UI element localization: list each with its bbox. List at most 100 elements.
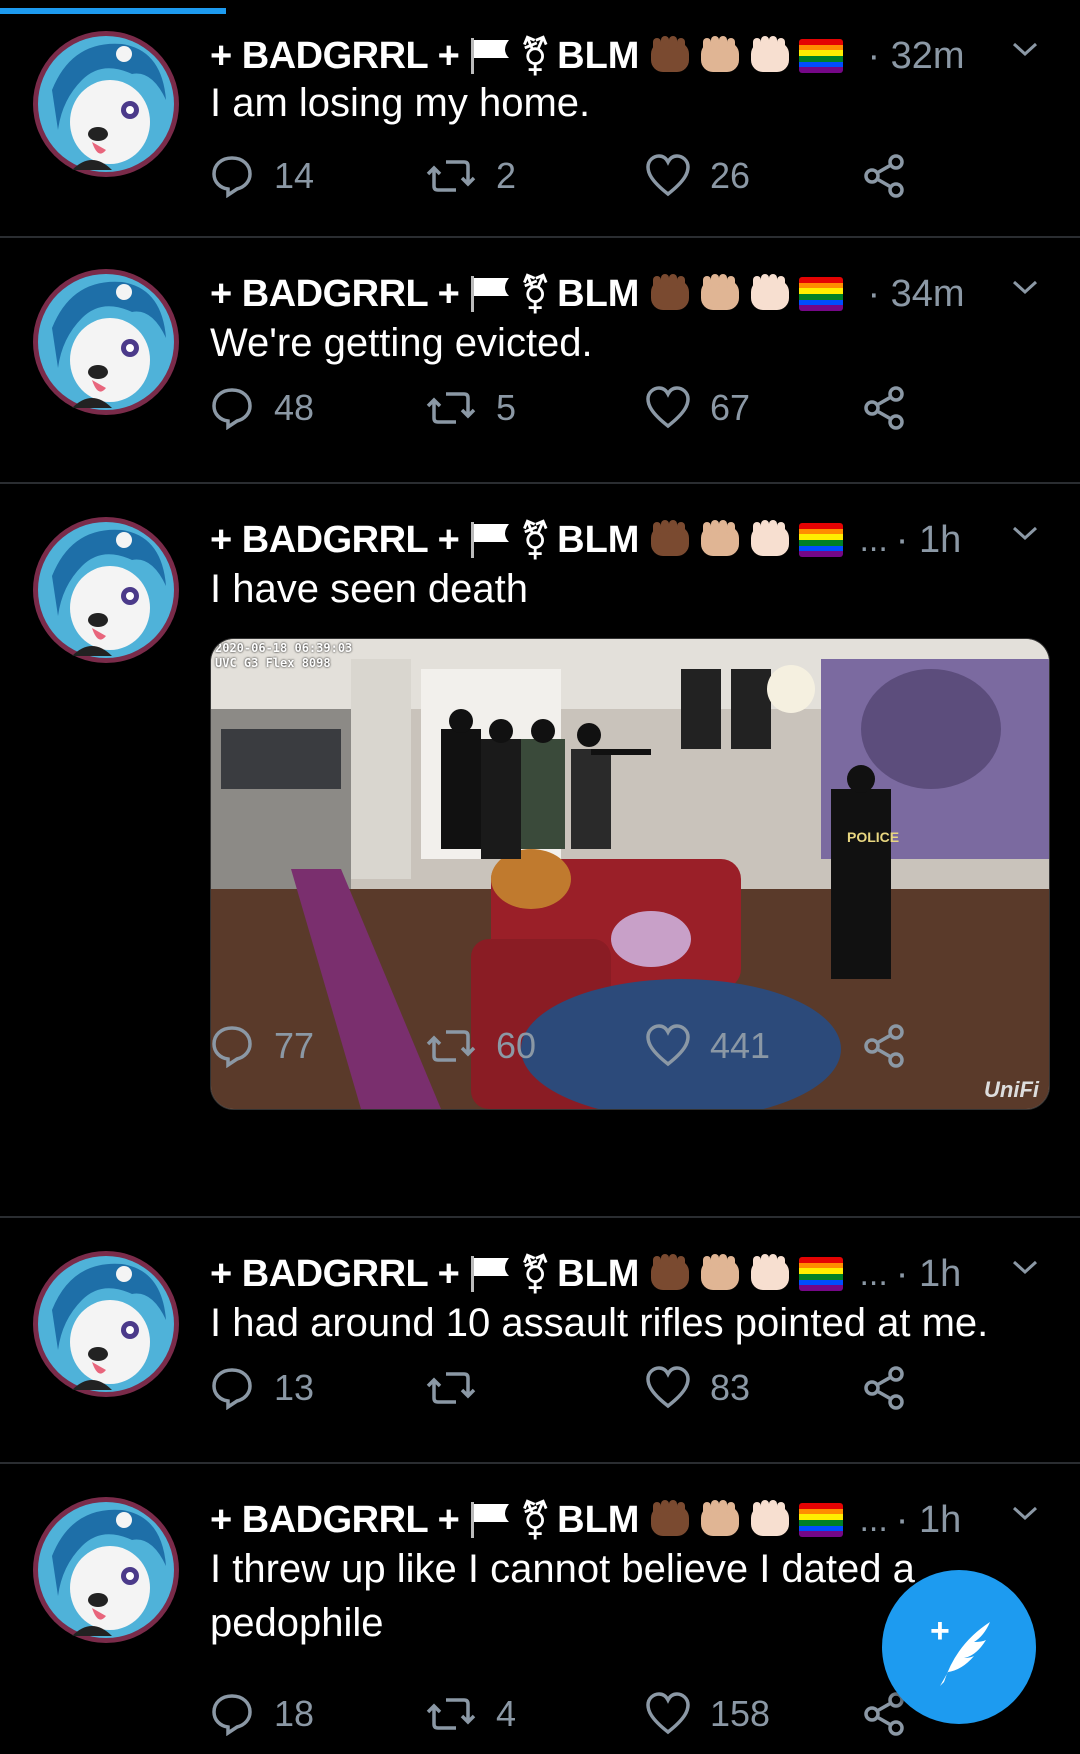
display-name[interactable]: + BADGRRL + (210, 519, 460, 562)
fist-dark-icon (647, 34, 693, 78)
retweet-count: 5 (496, 387, 517, 428)
fist-light-icon (747, 518, 793, 562)
tweet-header: + BADGRRL + ⚧ BLM · 34m (210, 266, 965, 322)
svg-text:+: + (930, 1612, 950, 1650)
fist-medium-icon (697, 1252, 743, 1296)
tweet-actions: 18 4 158 (210, 1692, 930, 1748)
like-button[interactable]: 158 (646, 1692, 770, 1736)
heart-icon (646, 1366, 690, 1409)
display-name[interactable]: + BADGRRL + (210, 35, 460, 78)
white-flag-icon (467, 1500, 513, 1540)
name-ellipsis: ... (859, 1254, 888, 1293)
fist-dark-icon (647, 518, 693, 562)
like-button[interactable]: 67 (646, 386, 750, 430)
blm-text: BLM (557, 272, 640, 315)
tweet-actions: 14 2 26 (210, 154, 930, 210)
rainbow-flag-icon (799, 39, 844, 73)
chevron-down-icon[interactable] (1010, 518, 1040, 548)
reply-icon (212, 1368, 252, 1410)
reply-icon (212, 388, 252, 430)
reply-icon (212, 1026, 252, 1068)
like-button[interactable]: 26 (646, 154, 750, 198)
retweet-button[interactable]: 4 (426, 1692, 516, 1736)
tweet-3[interactable]: + BADGRRL + ⚧ BLM ... · 1h I have seen d… (0, 482, 1080, 1218)
tweet-header: + BADGRRL + ⚧ BLM ... · 1h (210, 1492, 961, 1548)
avatar[interactable] (32, 516, 180, 664)
reply-icon (212, 156, 252, 198)
reply-button[interactable]: 13 (210, 1366, 314, 1410)
timestamp[interactable]: · 32m (867, 35, 964, 78)
progress-bar (0, 0, 1080, 14)
avatar[interactable] (32, 268, 180, 416)
share-icon (864, 1024, 904, 1068)
share-button[interactable] (862, 1024, 926, 1068)
share-button[interactable] (862, 154, 926, 198)
avatar[interactable] (32, 1496, 180, 1644)
timestamp[interactable]: · 1h (896, 1499, 961, 1542)
fist-light-icon (747, 1252, 793, 1296)
fist-medium-icon (697, 518, 743, 562)
tweet-actions: 13 83 (210, 1366, 930, 1422)
chevron-down-icon[interactable] (1010, 1498, 1040, 1528)
retweet-button[interactable]: 60 (426, 1024, 536, 1068)
blm-text: BLM (557, 1252, 640, 1295)
gender-symbol-icon: ⚧ (519, 35, 552, 78)
heart-icon (646, 1024, 690, 1067)
like-count: 158 (710, 1693, 771, 1734)
reply-icon (212, 1694, 252, 1736)
tweet-text: We're getting evicted. (210, 321, 593, 365)
avatar[interactable] (32, 1250, 180, 1398)
retweet-icon (426, 1698, 476, 1730)
fist-light-icon (747, 34, 793, 78)
reply-button[interactable]: 48 (210, 386, 314, 430)
like-count: 26 (710, 155, 751, 196)
tweet-header: + BADGRRL + ⚧ BLM ... · 1h (210, 512, 961, 568)
reply-button[interactable]: 14 (210, 154, 314, 198)
fist-light-icon (747, 1498, 793, 1542)
timestamp[interactable]: · 1h (896, 1253, 961, 1296)
display-name[interactable]: + BADGRRL + (210, 1253, 460, 1296)
like-count: 83 (710, 1367, 751, 1408)
retweet-button[interactable] (426, 1366, 496, 1410)
gender-symbol-icon: ⚧ (519, 1499, 552, 1542)
tweet-text: I threw up like I cannot believe I dated… (210, 1547, 915, 1645)
chevron-down-icon[interactable] (1010, 1252, 1040, 1282)
compose-tweet-button[interactable]: + (882, 1570, 1036, 1724)
chevron-down-icon[interactable] (1010, 272, 1040, 302)
heart-icon (646, 154, 690, 197)
rainbow-flag-icon (799, 277, 844, 311)
compose-feather-icon: + (930, 1612, 990, 1686)
like-button[interactable]: 83 (646, 1366, 750, 1410)
police-vest-label: POLICE (847, 829, 900, 845)
white-flag-icon (467, 36, 513, 76)
retweet-button[interactable]: 2 (426, 154, 516, 198)
display-name[interactable]: + BADGRRL + (210, 273, 460, 316)
fist-dark-icon (647, 1498, 693, 1542)
tweet-actions: 48 5 67 (210, 386, 930, 442)
tweet-text: I am losing my home. (210, 81, 591, 125)
unifi-watermark: UniFi (984, 1077, 1039, 1102)
chevron-down-icon[interactable] (1010, 34, 1040, 64)
avatar[interactable] (32, 30, 180, 178)
tweet-actions: 77 60 441 (210, 1024, 930, 1080)
reply-button[interactable]: 18 (210, 1692, 314, 1736)
name-ellipsis: ... (859, 520, 888, 559)
display-name[interactable]: + BADGRRL + (210, 1499, 460, 1542)
fist-dark-icon (647, 272, 693, 316)
share-button[interactable] (862, 386, 926, 430)
tweet-2[interactable]: + BADGRRL + ⚧ BLM · 34m We're getting ev… (0, 236, 1080, 484)
tweet-1[interactable]: + BADGRRL + ⚧ BLM · 32m I am losing my h… (0, 14, 1080, 238)
gender-symbol-icon: ⚧ (519, 1253, 552, 1296)
like-button[interactable]: 441 (646, 1024, 770, 1068)
timestamp[interactable]: · 1h (896, 519, 961, 562)
white-flag-icon (467, 1254, 513, 1294)
tweet-4[interactable]: + BADGRRL + ⚧ BLM ... · 1h I had around … (0, 1216, 1080, 1464)
white-flag-icon (467, 520, 513, 560)
retweet-count: 60 (496, 1025, 537, 1066)
reply-count: 18 (274, 1693, 315, 1734)
retweet-button[interactable]: 5 (426, 386, 516, 430)
white-flag-icon (467, 274, 513, 314)
share-button[interactable] (862, 1366, 926, 1410)
timestamp[interactable]: · 34m (867, 273, 964, 316)
reply-button[interactable]: 77 (210, 1024, 314, 1068)
